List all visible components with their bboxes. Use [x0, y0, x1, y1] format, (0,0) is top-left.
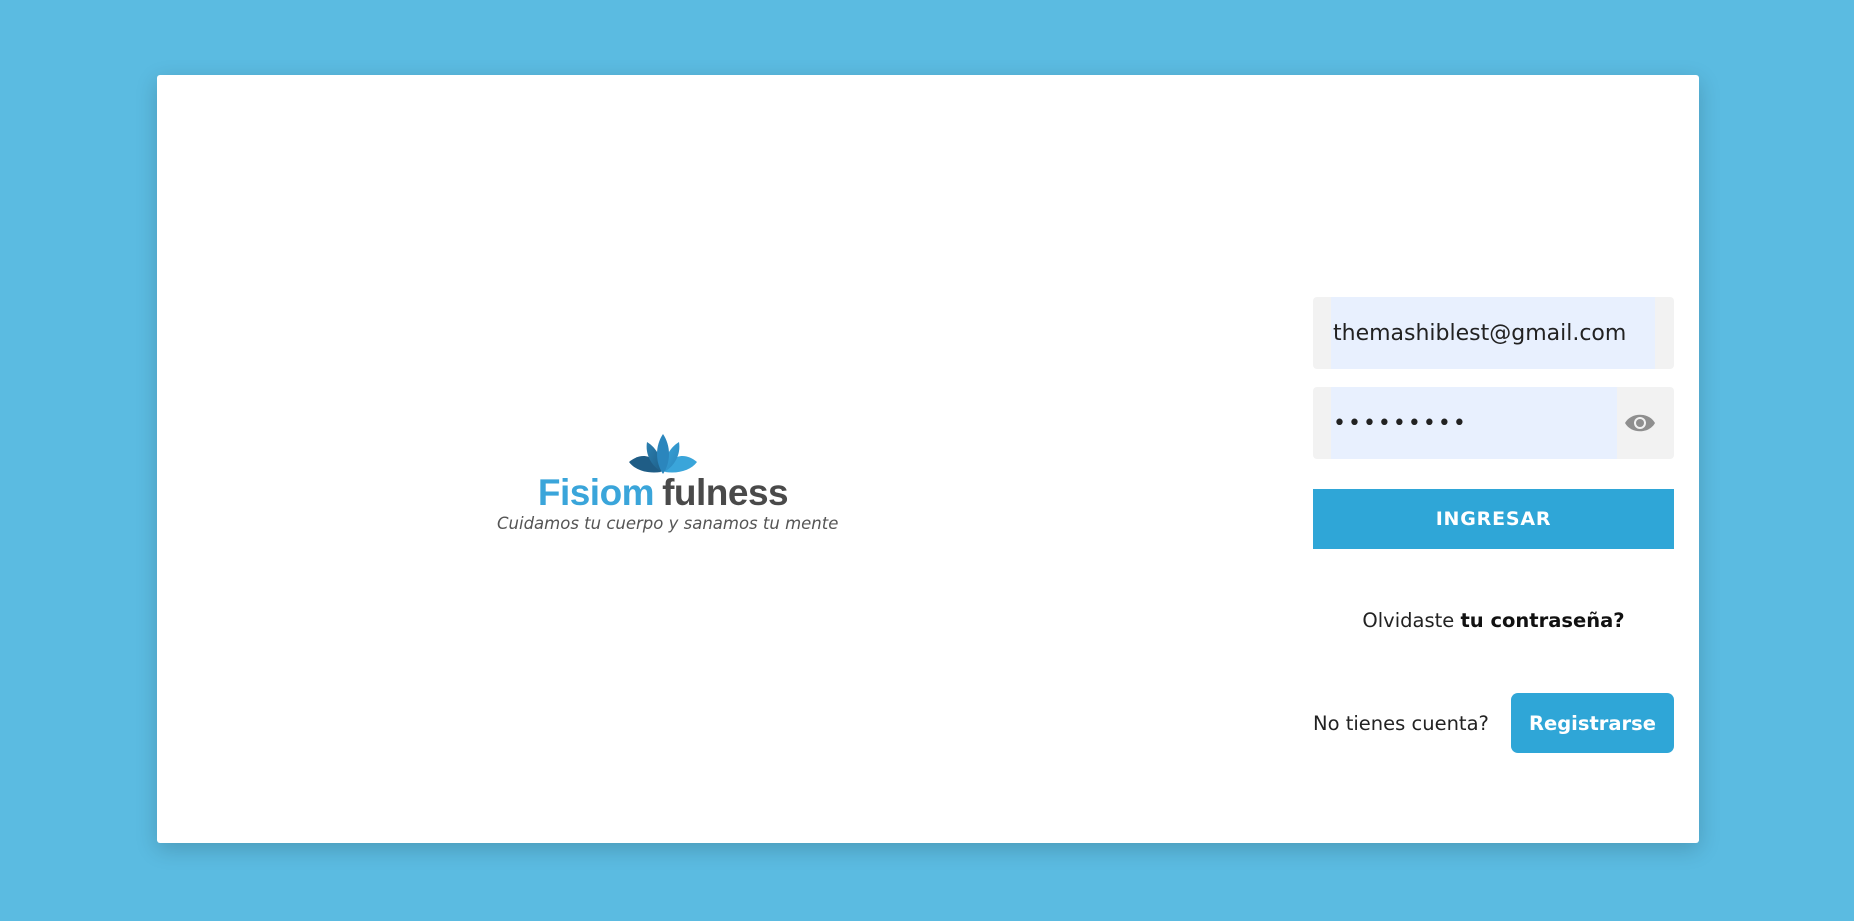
lotus-icon — [629, 434, 697, 474]
email-field-wrapper — [1313, 297, 1674, 369]
login-form: INGRESAR Olvidaste tu contraseña? No tie… — [1313, 297, 1674, 753]
brand-tagline: Cuidamos tu cuerpo y sanamos tu mente — [497, 514, 839, 533]
brand-name-part2: fulness — [662, 472, 789, 513]
password-field[interactable] — [1331, 387, 1617, 459]
register-button[interactable]: Registrarse — [1511, 693, 1674, 753]
brand-name: Fisiom fulness — [497, 474, 829, 512]
login-button[interactable]: INGRESAR — [1313, 489, 1674, 549]
eye-icon[interactable] — [1624, 409, 1656, 437]
password-field-wrapper — [1313, 387, 1674, 459]
no-account-text: No tienes cuenta? — [1313, 711, 1489, 735]
brand-logo: Fisiom fulness Cuidamos tu cuerpo y sanam… — [497, 432, 839, 533]
login-card: Fisiom fulness Cuidamos tu cuerpo y sanam… — [157, 75, 1699, 843]
register-row: No tienes cuenta? Registrarse — [1313, 693, 1674, 753]
email-field[interactable] — [1331, 297, 1655, 369]
forgot-password: Olvidaste tu contraseña? — [1313, 609, 1674, 632]
brand-name-part1: Fisiom — [537, 472, 655, 513]
forgot-prefix: Olvidaste — [1362, 609, 1455, 632]
forgot-password-link[interactable]: tu contraseña? — [1460, 609, 1624, 632]
